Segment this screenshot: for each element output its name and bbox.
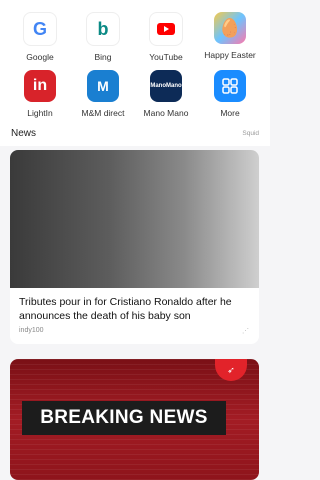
news-card[interactable]: Tributes pour in for Cristiano Ronaldo a… — [10, 150, 259, 344]
breaking-news-label: BREAKING NEWS — [22, 401, 226, 435]
news-source: indy100 — [19, 327, 44, 334]
bing-icon: b — [86, 12, 120, 46]
app-mano-mano[interactable]: ManoMano Mano Mano — [134, 70, 198, 126]
news-image — [10, 150, 259, 288]
app-label: Happy Easter — [204, 50, 256, 60]
manomano-icon: ManoMano — [150, 70, 182, 102]
grid-icon — [214, 70, 246, 102]
app-label: M&M direct — [81, 108, 125, 118]
app-youtube[interactable]: YouTube — [134, 12, 198, 68]
app-bing[interactable]: b Bing — [71, 12, 135, 68]
app-google[interactable]: G Google — [8, 12, 72, 68]
google-icon: G — [23, 12, 57, 46]
share-icon[interactable]: ⋰ — [242, 327, 249, 335]
app-lightin[interactable]: in LightIn — [8, 70, 72, 126]
app-label: More — [220, 108, 240, 118]
app-label: YouTube — [149, 52, 183, 62]
app-more[interactable]: More — [198, 70, 262, 126]
app-happy-easter[interactable]: 🥚 Happy Easter — [198, 12, 262, 68]
app-label: Mano Mano — [143, 108, 189, 118]
news-title: News — [11, 128, 37, 139]
news-card[interactable]: ➶ BREAKING NEWS — [10, 359, 259, 480]
app-shortcuts: G Google b Bing YouTube 🥚 Happy Easter i… — [0, 0, 270, 122]
mm-direct-icon: M — [87, 70, 119, 102]
news-header: News Squid — [0, 122, 270, 146]
news-headline: Tributes pour in for Cristiano Ronaldo a… — [19, 296, 232, 322]
app-mm-direct[interactable]: M M&M direct — [71, 70, 135, 126]
lightin-icon: in — [24, 70, 56, 102]
youtube-icon — [149, 12, 183, 46]
news-provider: Squid — [242, 130, 259, 137]
app-label: Bing — [94, 52, 112, 62]
easter-icon: 🥚 — [214, 12, 246, 44]
app-label: LightIn — [27, 108, 53, 118]
app-label: Google — [26, 52, 54, 62]
youtube-icon — [157, 23, 175, 35]
